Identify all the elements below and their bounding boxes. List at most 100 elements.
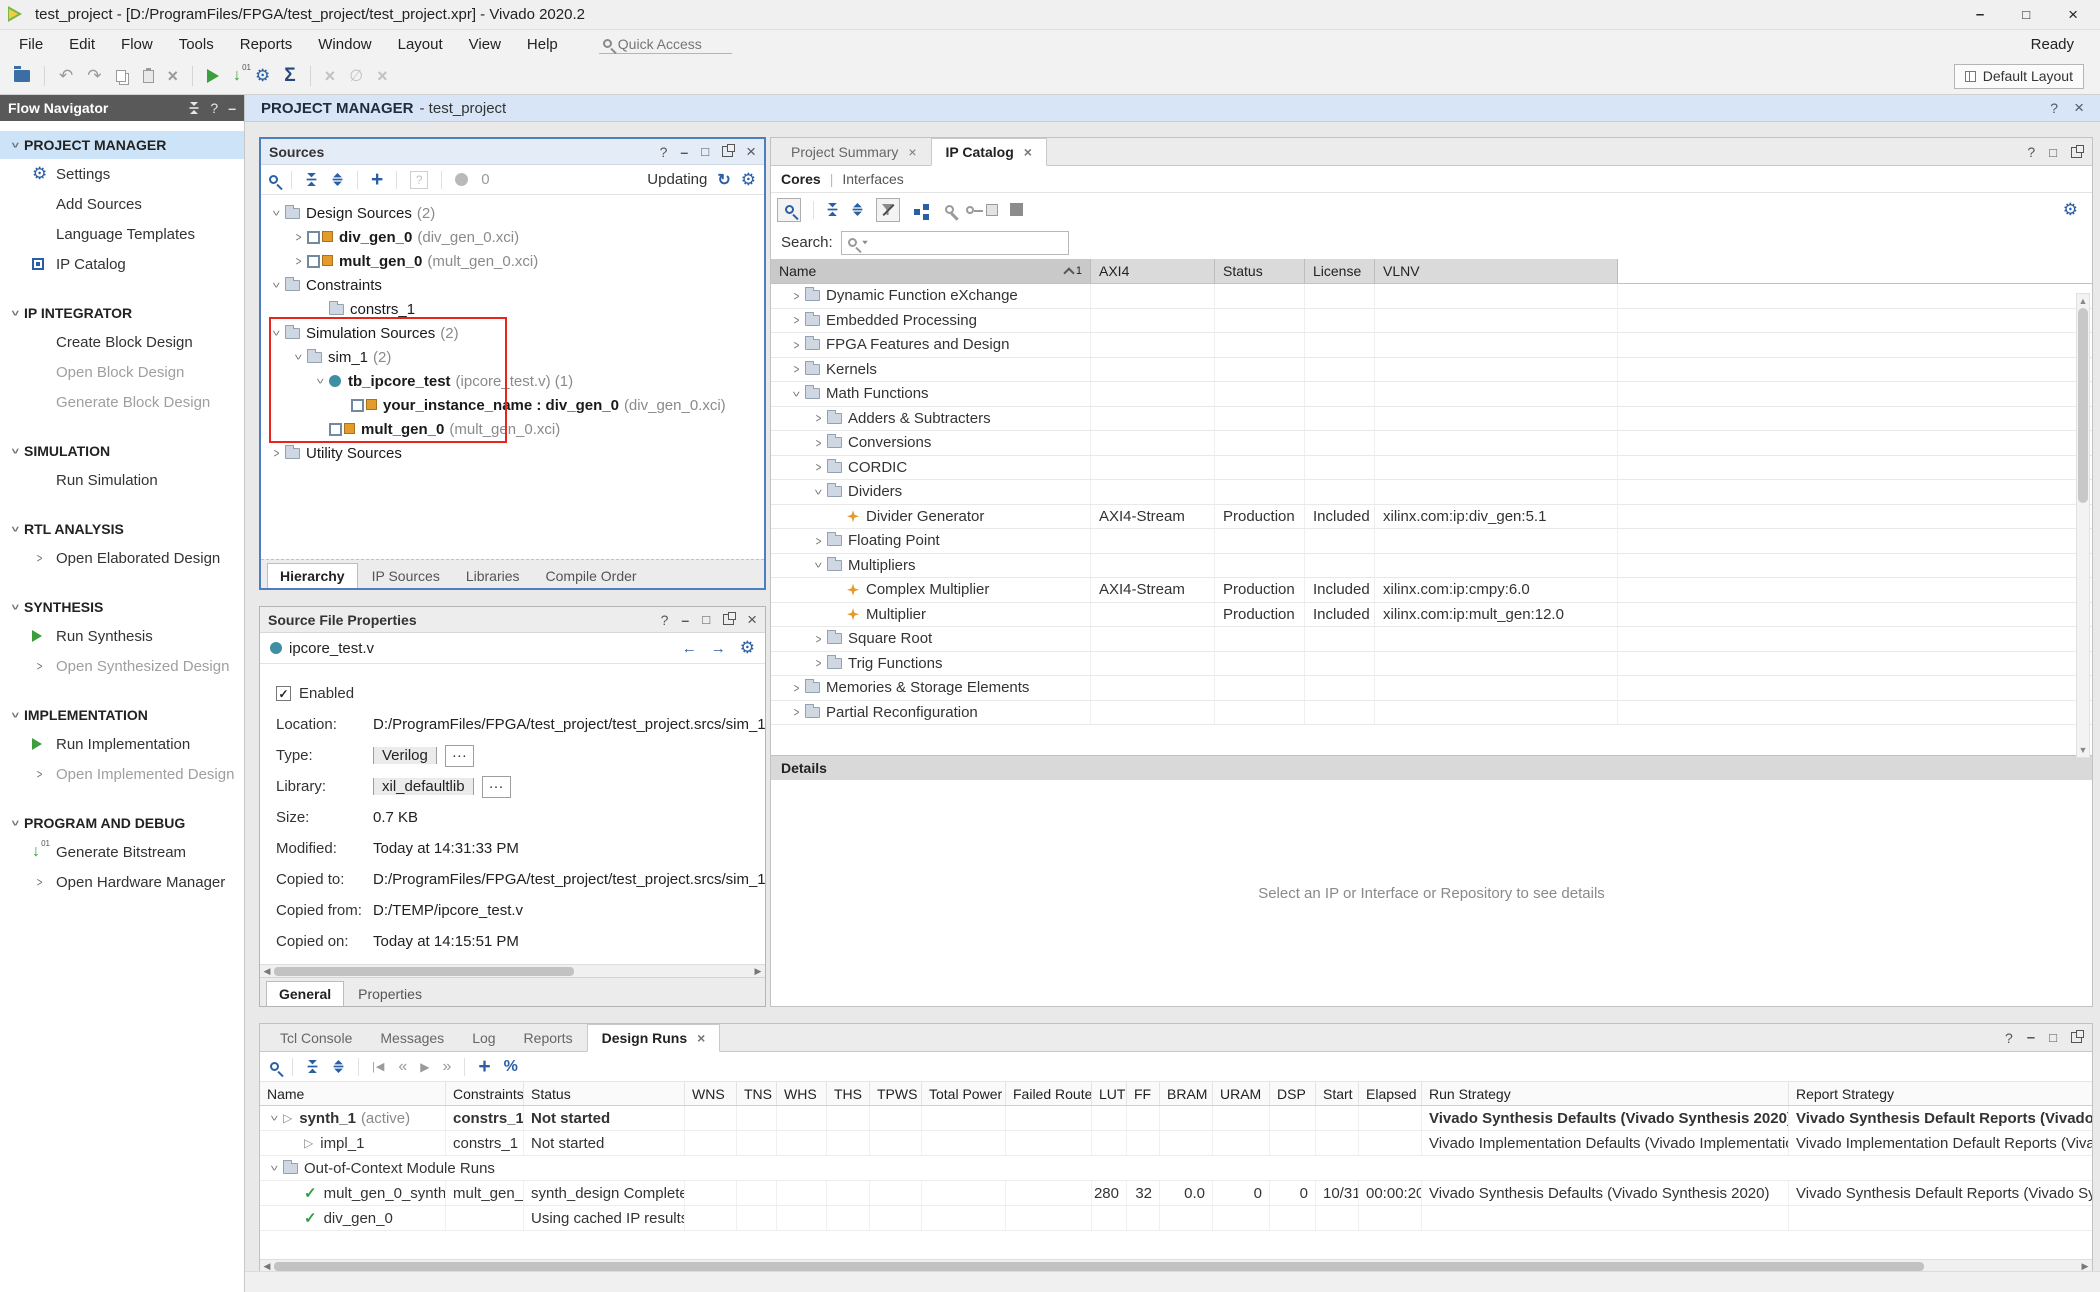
section-synthesis[interactable]: SYNTHESIS bbox=[0, 593, 244, 621]
tab-project-summary[interactable]: Project Summary× bbox=[777, 139, 931, 165]
tree-row[interactable]: Constraints bbox=[261, 273, 764, 297]
float-icon[interactable] bbox=[2071, 1032, 2082, 1043]
minimize-icon[interactable] bbox=[2027, 1029, 2035, 1046]
tab-messages[interactable]: Messages bbox=[366, 1025, 458, 1051]
close-icon[interactable] bbox=[2074, 98, 2084, 118]
maximize-icon[interactable] bbox=[2049, 1030, 2057, 1045]
nav-open-elaborated-design[interactable]: Open Elaborated Design bbox=[0, 543, 244, 573]
ip-row[interactable]: Embedded Processing bbox=[771, 309, 2092, 334]
chevron-down-icon[interactable] bbox=[8, 816, 24, 830]
enabled-checkbox[interactable] bbox=[276, 686, 291, 701]
ip-row[interactable]: Partial Reconfiguration bbox=[771, 701, 2092, 726]
library-browse-button[interactable]: ··· bbox=[482, 776, 511, 798]
ip-row[interactable]: Multipliers bbox=[771, 554, 2092, 579]
chevron-right-icon[interactable] bbox=[789, 681, 805, 695]
chevron-down-icon[interactable] bbox=[269, 326, 285, 340]
nav-run-synthesis[interactable]: Run Synthesis bbox=[0, 621, 244, 651]
tree-row[interactable]: mult_gen_0(mult_gen_0.xci) bbox=[261, 249, 764, 273]
nav-run-simulation[interactable]: Run Simulation bbox=[0, 465, 244, 495]
forward-icon[interactable] bbox=[711, 640, 726, 657]
open-project-icon[interactable] bbox=[14, 70, 30, 82]
resource-percent-icon[interactable] bbox=[504, 1058, 518, 1076]
ip-row[interactable]: MultiplierProductionIncludedxilinx.com:i… bbox=[771, 603, 2092, 628]
paste-icon[interactable] bbox=[143, 70, 154, 83]
group-by-icon[interactable] bbox=[914, 209, 920, 215]
close-icon[interactable]: × bbox=[908, 144, 916, 160]
undo-icon[interactable] bbox=[59, 66, 73, 86]
search-button[interactable] bbox=[777, 198, 801, 222]
help-icon[interactable] bbox=[661, 612, 669, 628]
ip-row[interactable]: Kernels bbox=[771, 358, 2092, 383]
ip-row[interactable]: Floating Point bbox=[771, 529, 2092, 554]
delete-icon[interactable] bbox=[168, 66, 179, 87]
scroll-down-icon[interactable]: ▼ bbox=[2079, 743, 2088, 757]
nav-language-templates[interactable]: Language Templates bbox=[0, 219, 244, 249]
chevron-down-icon[interactable] bbox=[267, 1111, 283, 1125]
column-license[interactable]: License bbox=[1305, 259, 1375, 283]
section-ip-integrator[interactable]: IP INTEGRATOR bbox=[0, 299, 244, 327]
ip-row[interactable]: Dynamic Function eXchange bbox=[771, 284, 2092, 309]
expand-all-icon[interactable] bbox=[332, 1060, 345, 1073]
tab-log[interactable]: Log bbox=[458, 1025, 509, 1051]
chevron-down-icon[interactable] bbox=[8, 522, 24, 536]
chevron-down-icon[interactable] bbox=[8, 138, 24, 152]
run-group-row[interactable]: Out-of-Context Module Runs bbox=[260, 1156, 2092, 1181]
ip-row[interactable]: Conversions bbox=[771, 431, 2092, 456]
tree-row[interactable]: Utility Sources bbox=[261, 441, 764, 465]
nav-run-implementation[interactable]: Run Implementation bbox=[0, 729, 244, 759]
run-row[interactable]: ✓mult_gen_0_synth_1 mult_gen_0 synth_des… bbox=[260, 1181, 2092, 1206]
tree-row[interactable]: Simulation Sources(2) bbox=[261, 321, 764, 345]
maximize-icon[interactable] bbox=[702, 612, 710, 627]
tab-hierarchy[interactable]: Hierarchy bbox=[267, 563, 358, 588]
chevron-down-icon[interactable] bbox=[291, 350, 307, 364]
gear-icon[interactable] bbox=[741, 170, 756, 190]
vertical-scrollbar[interactable]: ▲ ▼ bbox=[2076, 293, 2090, 758]
generate-bitstream-icon[interactable] bbox=[233, 67, 241, 85]
tree-row[interactable]: Design Sources(2) bbox=[261, 201, 764, 225]
tab-general[interactable]: General bbox=[266, 981, 344, 1006]
scrollbar-thumb[interactable] bbox=[274, 1262, 1924, 1271]
column-status[interactable]: Status bbox=[1215, 259, 1305, 283]
menu-window[interactable]: Window bbox=[305, 36, 384, 53]
section-implementation[interactable]: IMPLEMENTATION bbox=[0, 701, 244, 729]
scroll-left-icon[interactable]: ◀ bbox=[260, 966, 274, 977]
chevron-right-icon[interactable] bbox=[789, 705, 805, 719]
chevron-down-icon[interactable] bbox=[313, 374, 329, 388]
chevron-down-icon[interactable] bbox=[8, 708, 24, 722]
search-icon[interactable] bbox=[270, 1062, 279, 1071]
chevron-right-icon[interactable] bbox=[789, 289, 805, 303]
nav-open-hardware-manager[interactable]: Open Hardware Manager bbox=[0, 867, 244, 897]
nav-create-block-design[interactable]: Create Block Design bbox=[0, 327, 244, 357]
quick-access-input[interactable] bbox=[618, 36, 728, 52]
column-vlnv[interactable]: VLNV bbox=[1375, 259, 1618, 283]
close-icon[interactable]: × bbox=[1024, 144, 1032, 160]
menu-flow[interactable]: Flow bbox=[108, 36, 166, 53]
ip-row[interactable]: Complex MultiplierAXI4-StreamProductionI… bbox=[771, 578, 2092, 603]
settings-gear-icon[interactable] bbox=[255, 66, 270, 86]
create-run-icon[interactable] bbox=[478, 1055, 490, 1079]
ip-search-input[interactable] bbox=[873, 235, 1062, 251]
ip-row[interactable]: Dividers bbox=[771, 480, 2092, 505]
column-name[interactable]: Name1 bbox=[771, 259, 1091, 283]
tree-row[interactable]: constrs_1 bbox=[261, 297, 764, 321]
section-rtl-analysis[interactable]: RTL ANALYSIS bbox=[0, 515, 244, 543]
tab-libraries[interactable]: Libraries bbox=[454, 564, 532, 588]
section-simulation[interactable]: SIMULATION bbox=[0, 437, 244, 465]
chevron-right-icon[interactable] bbox=[811, 411, 827, 425]
maximize-button[interactable] bbox=[2022, 5, 2030, 25]
tree-row[interactable]: sim_1(2) bbox=[261, 345, 764, 369]
sources-panel-header[interactable]: Sources bbox=[261, 139, 764, 165]
expand-all-icon[interactable] bbox=[851, 203, 864, 216]
ip-row[interactable]: Adders & Subtracters bbox=[771, 407, 2092, 432]
layout-selector[interactable]: Default Layout bbox=[1954, 64, 2084, 89]
ip-row[interactable]: Divider GeneratorAXI4-StreamProductionIn… bbox=[771, 505, 2092, 530]
nav-add-sources[interactable]: Add Sources bbox=[0, 189, 244, 219]
section-program-and-debug[interactable]: PROGRAM AND DEBUG bbox=[0, 809, 244, 837]
ip-row[interactable]: CORDIC bbox=[771, 456, 2092, 481]
tree-row[interactable]: tb_ipcore_test(ipcore_test.v) (1) bbox=[261, 369, 764, 393]
ip-row[interactable]: Memories & Storage Elements bbox=[771, 676, 2092, 701]
chevron-right-icon[interactable] bbox=[811, 632, 827, 646]
close-icon[interactable] bbox=[746, 142, 756, 162]
ip-row[interactable]: FPGA Features and Design bbox=[771, 333, 2092, 358]
tab-compile-order[interactable]: Compile Order bbox=[534, 564, 649, 588]
